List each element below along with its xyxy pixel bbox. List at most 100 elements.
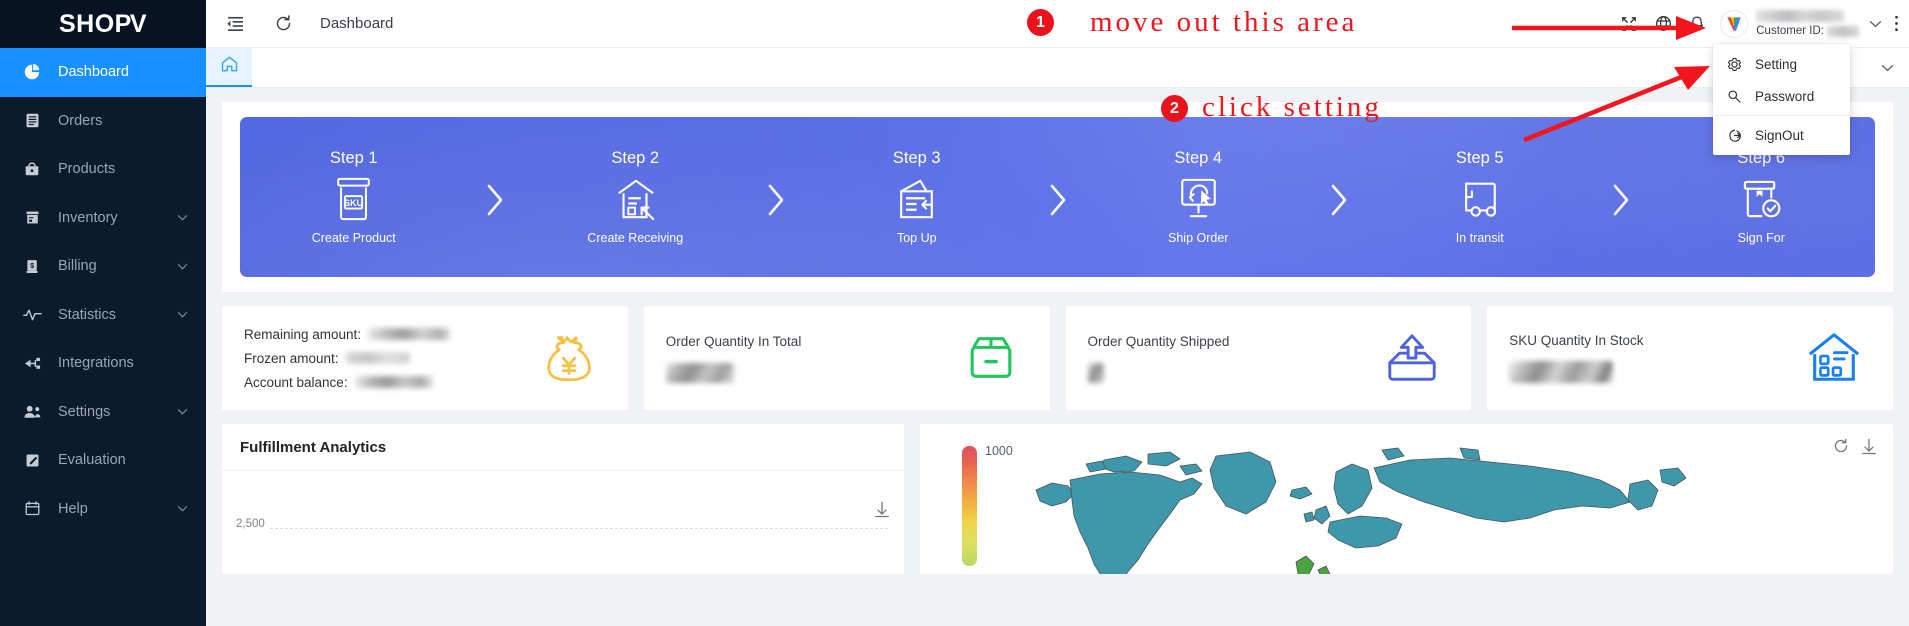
sidebar-item-help[interactable]: Help (0, 485, 206, 534)
sidebar-item-label: Integrations (58, 355, 134, 372)
bag-icon (22, 159, 42, 179)
menu-item-password[interactable]: Password (1713, 80, 1850, 112)
step-top-up[interactable]: Step 3 Top Up (803, 117, 1031, 277)
menu-item-label: Setting (1755, 56, 1798, 72)
sidebar-item-label: Orders (58, 112, 103, 129)
stats-row: Remaining amount: Frozen amount: Account… (222, 306, 1893, 410)
refresh-icon[interactable] (268, 9, 298, 39)
pulse-icon (22, 305, 42, 325)
world-map[interactable] (1030, 444, 1690, 574)
balance-label: Remaining amount: (244, 326, 362, 342)
sidebar-item-billing[interactable]: $ Billing (0, 242, 206, 291)
plug-icon (22, 353, 42, 373)
sidebar-item-inventory[interactable]: Inventory (0, 194, 206, 243)
money-bag-yen-icon (532, 327, 606, 389)
sidebar-item-evaluation[interactable]: Evaluation (0, 436, 206, 485)
stat-value-redacted (665, 362, 734, 383)
sidebar-item-label: Inventory (58, 209, 118, 226)
page-title: Dashboard (320, 15, 394, 32)
menu-item-signout[interactable]: SignOut (1713, 119, 1850, 151)
balance-label: Frozen amount: (244, 350, 339, 366)
home-icon (220, 55, 239, 78)
download-icon[interactable] (874, 501, 890, 523)
order-total-card: Order Quantity In Total (643, 306, 1050, 410)
menu-item-setting[interactable]: Setting (1713, 48, 1850, 80)
sidebar-item-statistics[interactable]: Statistics (0, 291, 206, 340)
map-toolbar (1833, 438, 1877, 455)
step-create-receiving[interactable]: Step 2 Create Receiving (522, 117, 750, 277)
stat-value-redacted (1509, 361, 1614, 383)
sidebar-item-label: Help (58, 500, 88, 517)
tab-strip-chevron-down-icon[interactable] (1865, 48, 1909, 87)
brand-logo-main: SHOP (58, 9, 132, 38)
balance-row-remaining: Remaining amount: (244, 322, 532, 346)
chevron-down-icon (172, 408, 192, 415)
sku-stock-card: SKU Quantity In Stock (1487, 306, 1893, 410)
sidebar-item-label: Dashboard (58, 64, 129, 81)
chevron-right-icon (1312, 117, 1366, 277)
sidebar-item-products[interactable]: Products (0, 145, 206, 194)
balance-value-redacted (354, 376, 433, 388)
step-create-product[interactable]: Step 1 SKU Create Product (240, 117, 468, 277)
stat-title: Order Quantity Shipped (1087, 333, 1230, 349)
order-shipped-left: Order Quantity Shipped (1087, 333, 1376, 383)
chevron-down-icon (172, 263, 192, 270)
user-name-redacted (1756, 10, 1845, 22)
user-menu-chevron-down-icon[interactable] (1869, 15, 1882, 33)
steps-banner: Step 1 SKU Create Product Step 2 Create … (240, 117, 1875, 277)
upload-box-icon (1375, 330, 1449, 386)
top-bar-right: Customer ID: (1612, 7, 1909, 41)
more-vertical-icon[interactable] (1894, 15, 1899, 32)
balance-label: Account balance: (244, 374, 348, 390)
stat-title: SKU Quantity In Stock (1509, 333, 1644, 348)
sidebar-item-integrations[interactable]: Integrations (0, 339, 206, 388)
chevron-right-icon (1031, 117, 1085, 277)
step-title: Step 2 (611, 149, 660, 167)
order-shipped-card: Order Quantity Shipped (1065, 306, 1472, 410)
stat-title: Order Quantity In Total (665, 333, 802, 349)
user-info[interactable]: Customer ID: (1756, 10, 1859, 37)
chart-gridline (270, 528, 888, 529)
warehouse-icon (1797, 330, 1871, 386)
user-avatar-icon[interactable] (1720, 9, 1749, 38)
balance-row-frozen: Frozen amount: (244, 346, 532, 370)
receiving-doc-icon (613, 178, 657, 221)
box-icon (22, 208, 42, 228)
users-icon (22, 402, 42, 422)
customer-id-label: Customer ID: (1756, 25, 1824, 37)
download-icon[interactable] (1861, 438, 1877, 455)
sku-box-icon: SKU (333, 177, 374, 221)
sidebar-item-settings[interactable]: Settings (0, 388, 206, 437)
chevron-right-icon (749, 117, 803, 277)
content-area: Step 1 SKU Create Product Step 2 Create … (206, 88, 1909, 574)
refresh-icon[interactable] (1833, 438, 1849, 455)
sidebar-item-dashboard[interactable]: Dashboard (0, 48, 206, 97)
menu-fold-icon[interactable] (220, 9, 250, 39)
step-in-transit[interactable]: Step 5 In transit (1366, 117, 1594, 277)
chevron-right-icon (1594, 117, 1648, 277)
globe-icon[interactable] (1646, 7, 1680, 41)
map-colorbar: 1000 (962, 444, 1013, 566)
fullscreen-icon[interactable] (1612, 7, 1646, 41)
brand-logo[interactable]: SHOPV (0, 0, 206, 48)
menu-item-label: SignOut (1755, 127, 1804, 143)
sidebar: SHOPV Dashboard Orders Products Inventor… (0, 0, 206, 626)
user-dropdown-menu: Setting Password SignOut (1713, 44, 1850, 155)
chart-y-tick: 2,500 (236, 518, 265, 530)
sidebar-item-label: Products (58, 161, 116, 178)
balance-card: Remaining amount: Frozen amount: Account… (222, 306, 628, 410)
open-box-icon (954, 330, 1028, 386)
stat-value-redacted (1087, 362, 1104, 383)
bell-icon[interactable] (1680, 7, 1714, 41)
chevron-right-icon (468, 117, 522, 277)
balance-row-account: Account balance: (244, 370, 532, 394)
topup-invoice-icon (895, 178, 938, 220)
box-check-icon (1740, 178, 1783, 220)
sidebar-item-orders[interactable]: Orders (0, 97, 206, 146)
tab-home[interactable] (206, 48, 252, 87)
menu-divider (1713, 115, 1850, 116)
svg-text:$: $ (30, 261, 34, 270)
step-ship-order[interactable]: Step 4 Ship Order (1085, 117, 1313, 277)
brand-logo-text: SHOPV (59, 10, 147, 39)
calendar-icon (22, 499, 42, 519)
